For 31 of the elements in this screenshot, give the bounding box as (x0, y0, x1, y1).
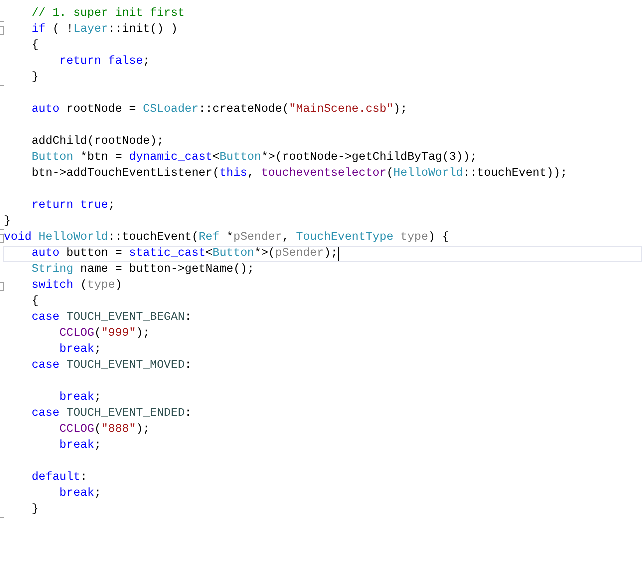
code-line: CCLOG("888"); (58, 422, 150, 438)
code-line: auto rootNode = CSLoader::createNode("MainScene.csb"); (30, 102, 408, 118)
text-cursor (338, 247, 339, 261)
code-line: break; (58, 486, 102, 502)
code-line: String name = button->getName(); (30, 262, 254, 278)
fold-marker-icon[interactable] (0, 282, 4, 291)
code-line: case TOUCH_EVENT_ENDED: (30, 406, 192, 422)
code-line: break; (58, 438, 102, 454)
code-line: return true; (30, 198, 116, 214)
code-line: CCLOG("999"); (58, 326, 150, 342)
code-line: { (30, 294, 39, 310)
code-line: addChild(rootNode); (30, 134, 164, 150)
code-line: case TOUCH_EVENT_MOVED: (30, 358, 192, 374)
code-line: if ( !Layer::init() ) (30, 22, 178, 38)
code-line: default: (30, 470, 88, 486)
code-line: } (4, 214, 11, 230)
code-line: break; (58, 390, 102, 406)
code-line: auto button = static_cast<Button*>(pSender); (30, 246, 338, 262)
code-line: return false; (58, 54, 150, 70)
code-line: { (30, 38, 39, 54)
code-line: switch (type) (30, 278, 122, 294)
code-line: // 1. super init first (30, 6, 185, 22)
code-line: case TOUCH_EVENT_BEGAN: (30, 310, 192, 326)
code-line: } (30, 70, 39, 86)
code-line: void HelloWorld::touchEvent(Ref *pSender, TouchEventType type) { (4, 230, 450, 246)
code-line: btn->addTouchEventListener(this, toucheventselector(HelloWorld::touchEvent)); (30, 166, 568, 182)
code-line: } (30, 502, 39, 518)
fold-marker-icon[interactable] (0, 234, 4, 243)
fold-marker-icon[interactable] (0, 26, 4, 35)
code-line: Button *btn = dynamic_cast<Button*>(rootNode->getChildByTag(3)); (30, 150, 478, 166)
code-line: break; (58, 342, 102, 358)
